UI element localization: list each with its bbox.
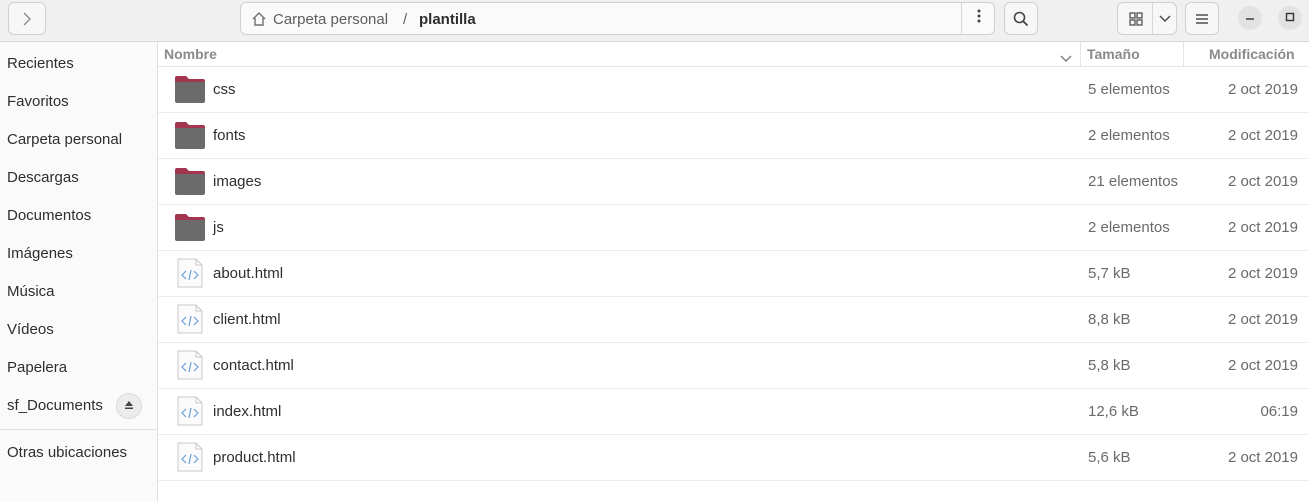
file-row[interactable]: about.html 5,7 kB 2 oct 2019	[158, 251, 1309, 297]
html-file-icon	[174, 350, 206, 380]
sidebar-item-recientes[interactable]: Recientes	[7, 55, 74, 72]
file-name: fonts	[213, 127, 246, 144]
sort-chevron-icon[interactable]	[1060, 50, 1072, 68]
chevron-right-icon	[22, 11, 32, 27]
search-icon	[1013, 11, 1029, 27]
forward-button[interactable]	[8, 2, 46, 35]
file-name: images	[213, 173, 262, 190]
html-file-icon	[174, 304, 206, 334]
file-row[interactable]: images 21 elementos 2 oct 2019	[158, 159, 1309, 205]
view-toggle-button[interactable]	[1117, 2, 1177, 35]
file-name: js	[213, 219, 224, 236]
sidebar-item-documentos[interactable]: Documentos	[7, 207, 91, 224]
file-date: 2 oct 2019	[1227, 173, 1298, 190]
column-modified-header[interactable]: Modificación	[1209, 46, 1295, 62]
vertical-dots-icon	[977, 9, 981, 28]
file-name: client.html	[213, 311, 281, 328]
minimize-button[interactable]	[1238, 6, 1262, 30]
file-date: 2 oct 2019	[1227, 127, 1298, 144]
search-button[interactable]	[1004, 2, 1038, 35]
sidebar-item-imagenes[interactable]: Imágenes	[7, 245, 73, 262]
column-header: Nombre Tamaño Modificación	[158, 42, 1309, 67]
sidebar-item-descargas[interactable]: Descargas	[7, 169, 79, 186]
path-menu-button[interactable]	[961, 3, 995, 34]
file-size: 5,7 kB	[1088, 265, 1131, 282]
html-file-icon	[174, 442, 206, 472]
column-size-header[interactable]: Tamaño	[1087, 46, 1140, 62]
column-name-header[interactable]: Nombre	[164, 46, 217, 62]
breadcrumb-separator: /	[403, 11, 408, 28]
path-bar[interactable]: Carpeta personal / plantilla	[240, 2, 995, 35]
sidebar-item-favoritos[interactable]: Favoritos	[7, 93, 69, 110]
file-date: 2 oct 2019	[1227, 357, 1298, 374]
file-row[interactable]: contact.html 5,8 kB 2 oct 2019	[158, 343, 1309, 389]
file-date: 06:19	[1260, 403, 1298, 420]
sidebar-item-papelera[interactable]: Papelera	[7, 359, 67, 376]
breadcrumb-current[interactable]: plantilla	[419, 11, 476, 28]
eject-button[interactable]	[116, 393, 142, 419]
file-size: 5,8 kB	[1088, 357, 1131, 374]
folder-icon	[174, 74, 206, 104]
file-size: 12,6 kB	[1088, 403, 1139, 420]
main-menu-button[interactable]	[1185, 2, 1219, 35]
chevron-down-icon[interactable]	[1159, 15, 1171, 23]
folder-icon	[174, 212, 206, 242]
column-separator	[1080, 42, 1081, 67]
sidebar-item-otras-ubicaciones[interactable]: Otras ubicaciones	[7, 444, 127, 461]
hamburger-icon	[1195, 13, 1209, 25]
file-size: 5,6 kB	[1088, 449, 1131, 466]
folder-icon	[174, 166, 206, 196]
eject-icon	[124, 397, 134, 415]
file-date: 2 oct 2019	[1227, 449, 1298, 466]
file-size: 8,8 kB	[1088, 311, 1131, 328]
file-name: product.html	[213, 449, 296, 466]
file-row[interactable]: css 5 elementos 2 oct 2019	[158, 67, 1309, 113]
file-row[interactable]: index.html 12,6 kB 06:19	[158, 389, 1309, 435]
file-size: 21 elementos	[1088, 173, 1179, 190]
html-file-icon	[174, 258, 206, 288]
file-size: 2 elementos	[1088, 219, 1170, 236]
file-date: 2 oct 2019	[1227, 219, 1298, 236]
sidebar: Recientes Favoritos Carpeta personal Des…	[0, 42, 158, 502]
file-size: 5 elementos	[1088, 81, 1170, 98]
file-size: 2 elementos	[1088, 127, 1170, 144]
file-row[interactable]: fonts 2 elementos 2 oct 2019	[158, 113, 1309, 159]
file-name: about.html	[213, 265, 284, 282]
file-name: index.html	[213, 403, 282, 420]
maximize-button[interactable]	[1278, 6, 1302, 30]
file-row[interactable]: client.html 8,8 kB 2 oct 2019	[158, 297, 1309, 343]
home-icon[interactable]	[251, 11, 267, 32]
file-row[interactable]: product.html 5,6 kB 2 oct 2019	[158, 435, 1309, 481]
file-row[interactable]: js 2 elementos 2 oct 2019	[158, 205, 1309, 251]
grid-view-icon	[1129, 12, 1143, 26]
sidebar-item-carpeta-personal[interactable]: Carpeta personal	[7, 131, 122, 148]
file-date: 2 oct 2019	[1227, 311, 1298, 328]
sidebar-divider	[0, 429, 158, 430]
folder-icon	[174, 120, 206, 150]
column-separator	[1183, 42, 1184, 67]
sidebar-item-sf-documents[interactable]: sf_Documents	[7, 397, 103, 414]
file-date: 2 oct 2019	[1227, 81, 1298, 98]
html-file-icon	[174, 396, 206, 426]
header-bar: Carpeta personal / plantilla	[0, 0, 1309, 42]
sidebar-item-videos[interactable]: Vídeos	[7, 321, 54, 338]
file-date: 2 oct 2019	[1227, 265, 1298, 282]
breadcrumb-home[interactable]: Carpeta personal	[273, 11, 388, 28]
view-divider	[1152, 3, 1153, 34]
file-name: css	[213, 81, 236, 98]
minimize-icon	[1245, 9, 1255, 27]
file-name: contact.html	[213, 357, 294, 374]
maximize-icon	[1285, 9, 1295, 27]
sidebar-item-musica[interactable]: Música	[7, 283, 55, 300]
